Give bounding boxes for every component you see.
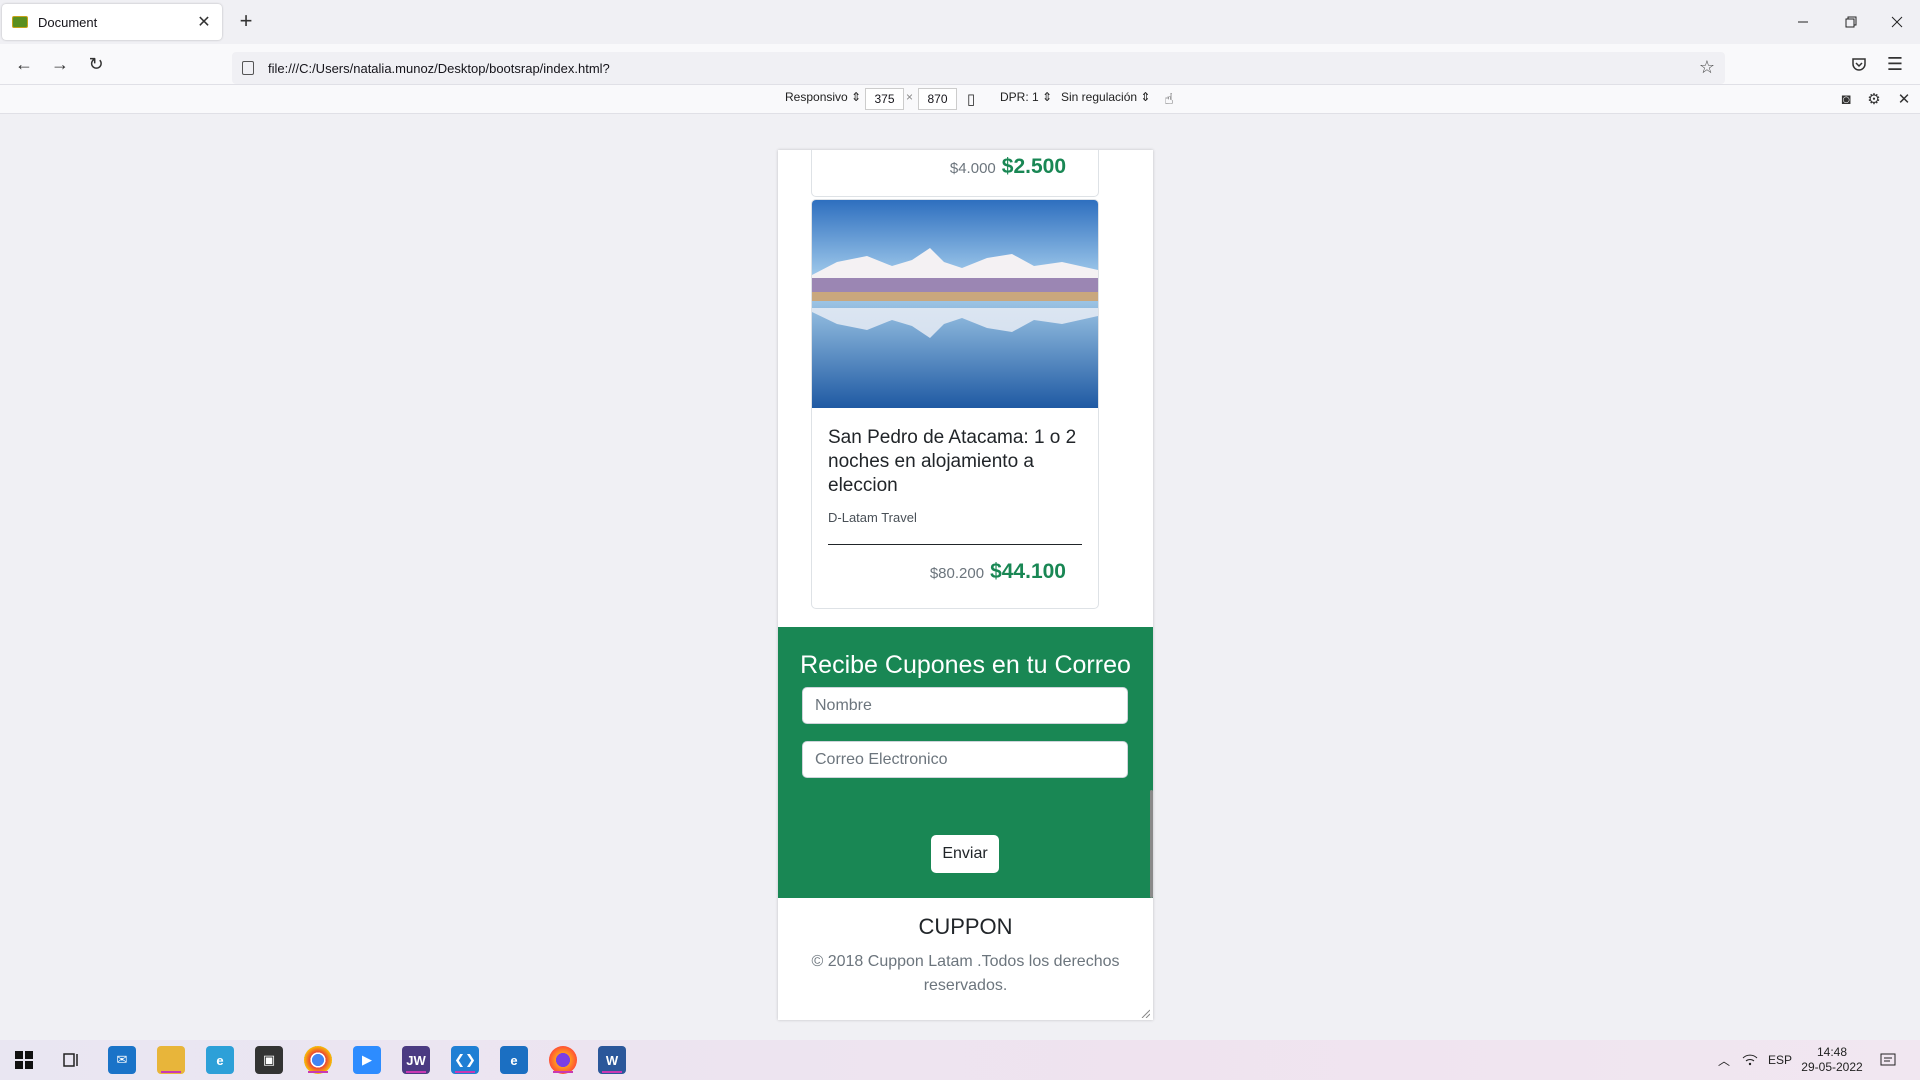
minimize-icon [1798,21,1808,23]
viewport-width-input[interactable]: 375 [865,88,904,110]
forward-arrow-icon: → [51,53,69,74]
responsive-design-toolbar: Responsivo ⇕ 375 × 870 ▯ DPR: 1 ⇕ Sin re… [0,85,1920,114]
tab-strip: Document ✕ + [0,0,1920,44]
coupon-card-previous[interactable]: $4.000 $2.500 [811,150,1099,197]
close-tab-icon[interactable]: ✕ [194,12,214,32]
back-button[interactable]: ← [10,50,38,78]
wifi-icon[interactable] [1742,1040,1758,1080]
new-price: $2.500 [1001,155,1066,178]
restore-icon [1845,16,1857,28]
device-selector[interactable]: Responsivo ⇕ [785,90,861,104]
atacama-lagoon-image [812,200,1098,408]
dimension-separator: × [906,90,914,104]
newsletter-section: Recibe Cupones en tu Correo Nombre Corre… [778,627,1153,898]
coupon-card-atacama[interactable]: San Pedro de Atacama: 1 o 2 noches en al… [811,199,1099,609]
throttling-label: Sin regulación [1061,90,1138,104]
throttling-selector[interactable]: Sin regulación ⇕ [1061,90,1150,104]
close-icon [1891,16,1903,28]
close-window-button[interactable] [1874,0,1920,44]
footer-brand: CUPPON [918,914,1013,939]
send-button[interactable]: Enviar [931,835,999,873]
viewport-scrollbar[interactable] [1150,790,1153,898]
clock[interactable]: 14:48 29-05-2022 [1800,1040,1864,1080]
task-view-icon[interactable] [58,1046,86,1074]
viewport-height-input[interactable]: 870 [918,88,957,110]
settings-gear-icon[interactable]: ⚙ [1863,88,1885,110]
app-menu-button[interactable]: ☰ [1881,50,1909,78]
word-icon[interactable]: W [598,1046,626,1074]
minimize-window-button[interactable] [1780,0,1826,44]
footer-copyright: © 2018 Cuppon Latam .Todos los derechos … [811,953,1120,994]
dpr-selector[interactable]: DPR: 1 ⇕ [1000,90,1052,104]
name-input[interactable]: Nombre [802,687,1128,724]
newsletter-heading: Recibe Cupones en tu Correo [800,651,1131,679]
notifications-icon[interactable] [1880,1040,1896,1080]
url-text[interactable]: file:///C:/Users/natalia.munoz/Desktop/b… [268,61,610,76]
old-price: $80.200 [929,565,985,582]
pocket-button[interactable] [1845,50,1873,78]
reload-icon: ↻ [88,53,104,74]
card-divider [828,544,1082,545]
forward-button[interactable]: → [46,50,74,78]
ie-icon[interactable]: e [206,1046,234,1074]
vscode-icon[interactable]: ❮❯ [451,1046,479,1074]
clock-time: 14:48 [1816,1045,1848,1059]
reload-button[interactable]: ↻ [82,50,110,78]
jw-label: JW [406,1052,426,1068]
language-indicator[interactable]: ESP [1768,1040,1792,1080]
store-icon[interactable]: ▣ [255,1046,283,1074]
dpr-label: DPR: 1 [1000,90,1039,104]
screenshot-camera-icon[interactable]: ◙ [1835,88,1857,110]
windows-taskbar: ✉ e ▣ ▶ JW ❮❯ e W ︿ ESP 14:48 29-05-2022 [0,1040,1920,1080]
device-label: Responsivo [785,90,848,104]
price-row: $4.000 $2.500 [950,155,1066,179]
document-favicon-icon [12,16,28,28]
firefox-icon[interactable] [549,1046,577,1074]
card-title[interactable]: San Pedro de Atacama: 1 o 2 noches en al… [828,426,1088,498]
close-rdm-icon[interactable]: ✕ [1893,88,1915,110]
zoom-icon[interactable]: ▶ [353,1046,381,1074]
mail-icon[interactable]: ✉ [108,1046,136,1074]
page-icon [242,61,254,75]
price-row: $80.200 $44.100 [930,560,1066,584]
restore-window-button[interactable] [1828,0,1874,44]
responsive-viewport: $4.000 $2.500 San Pedro de Atacama: 1 o … [778,150,1153,1020]
show-hidden-icons-chevron-icon[interactable]: ︿ [1718,1040,1730,1080]
tab-document[interactable]: Document ✕ [2,4,222,40]
windows-icon[interactable] [10,1046,38,1074]
back-arrow-icon: ← [15,53,33,74]
tab-title: Document [38,14,98,30]
viewport-resize-handle-icon[interactable] [1140,1008,1150,1018]
jw-icon[interactable]: JW [402,1046,430,1074]
new-price: $44.100 [990,560,1066,583]
bookmark-star-icon[interactable]: ☆ [1699,57,1715,78]
edge-icon[interactable]: e [500,1046,528,1074]
old-price: $4.000 [949,160,996,177]
word-label: W [605,1052,619,1068]
email-input[interactable]: Correo Electronico [802,741,1128,778]
folder-icon[interactable] [157,1046,185,1074]
clock-date: 29-05-2022 [1801,1060,1863,1074]
card-provider: D-Latam Travel [828,510,917,525]
hamburger-menu-icon: ☰ [1886,53,1904,74]
rotate-viewport-icon[interactable]: ▯ [960,88,982,110]
url-bar[interactable]: file:///C:/Users/natalia.munoz/Desktop/b… [232,52,1725,84]
new-tab-button[interactable]: + [234,10,258,34]
touch-simulation-icon[interactable]: ☝ [1158,88,1180,110]
chrome-icon[interactable] [304,1046,332,1074]
pocket-icon [1852,58,1866,71]
